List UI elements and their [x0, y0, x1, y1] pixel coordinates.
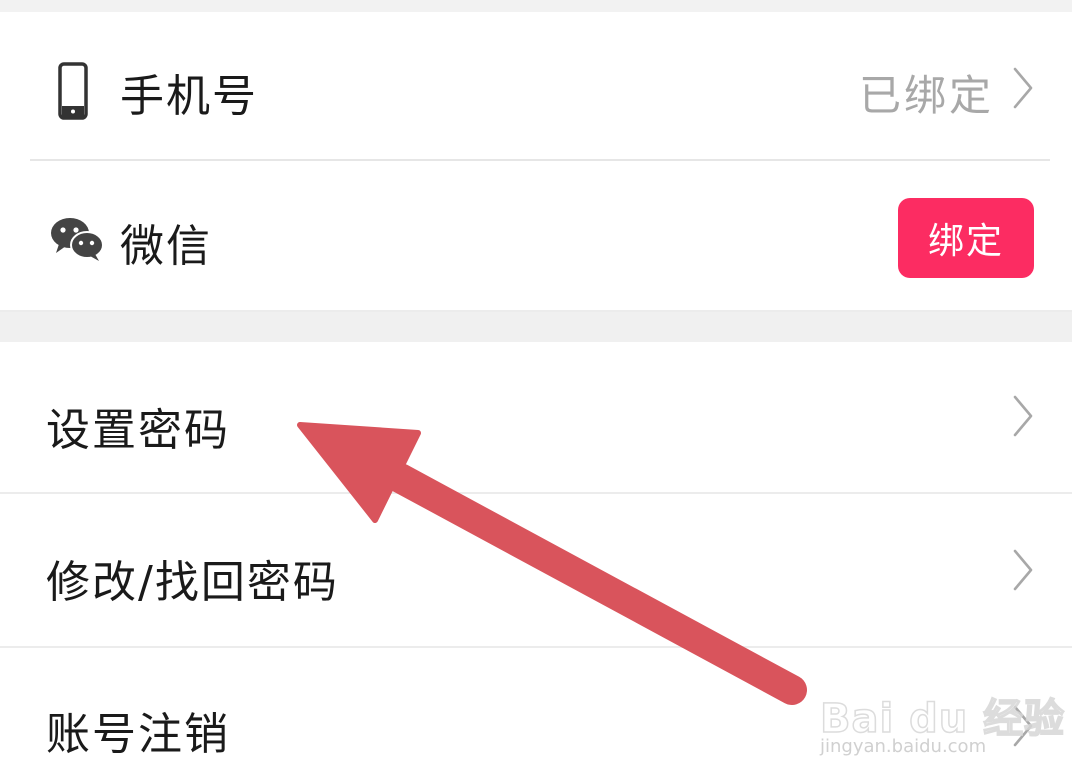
top-section-gap	[0, 0, 1072, 12]
set-password-label: 设置密码	[46, 405, 230, 456]
wechat-icon	[51, 218, 104, 261]
account-cancel-row[interactable]: 账号注销	[0, 648, 1072, 784]
chevron-right-icon	[1013, 549, 1033, 591]
section-gap	[0, 312, 1072, 342]
row-divider	[30, 159, 1050, 161]
modify-password-label: 修改/找回密码	[46, 557, 339, 608]
phone-icon	[58, 62, 88, 120]
wechat-label: 微信	[120, 221, 212, 272]
chevron-right-icon	[1013, 395, 1033, 437]
set-password-row[interactable]: 设置密码	[0, 342, 1072, 492]
phone-label: 手机号	[120, 71, 258, 122]
account-security-screen: 手机号 已绑定 微信 绑定 设置密码 修改/找回密码 账号注销 Bai du 经…	[0, 0, 1072, 784]
wechat-binding-row: 微信 绑定	[0, 162, 1072, 310]
modify-password-row[interactable]: 修改/找回密码	[0, 494, 1072, 646]
phone-status: 已绑定	[858, 71, 994, 120]
chevron-right-icon	[1013, 705, 1033, 747]
account-cancel-label: 账号注销	[46, 709, 230, 760]
wechat-bind-button[interactable]: 绑定	[898, 198, 1034, 278]
chevron-right-icon	[1013, 67, 1033, 109]
phone-binding-row[interactable]: 手机号 已绑定	[0, 12, 1072, 160]
